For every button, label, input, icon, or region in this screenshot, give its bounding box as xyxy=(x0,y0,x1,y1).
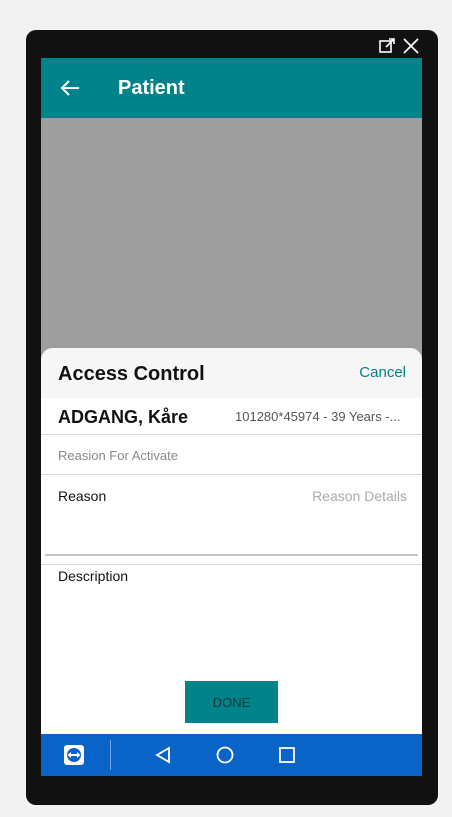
page-title: Patient xyxy=(118,77,185,99)
patient-name: ADGANG, Kåre xyxy=(58,407,189,427)
description-input[interactable] xyxy=(58,590,412,674)
arrow-left-icon[interactable] xyxy=(59,78,81,98)
open-external-icon[interactable] xyxy=(378,37,396,55)
done-button[interactable]: DONE xyxy=(185,681,278,723)
close-icon[interactable] xyxy=(402,37,420,55)
section-label: Reasion For Activate xyxy=(58,448,178,463)
patient-info: 101280*45974 - 39 Years -... xyxy=(235,409,401,424)
divider xyxy=(41,474,422,475)
teamviewer-icon[interactable] xyxy=(63,744,85,766)
home-circle-icon[interactable] xyxy=(215,745,235,765)
nav-separator xyxy=(110,740,111,770)
cancel-button[interactable]: Cancel xyxy=(359,364,406,381)
back-triangle-icon[interactable] xyxy=(153,745,173,765)
reason-label: Reason xyxy=(58,488,107,504)
access-control-sheet: Access Control Cancel ADGANG, Kåre 10128… xyxy=(41,348,422,738)
window-controls xyxy=(378,36,420,56)
description-label: Description xyxy=(58,568,129,584)
reason-details-input[interactable] xyxy=(231,486,407,506)
android-nav-bar xyxy=(41,734,422,776)
sheet-title: Access Control xyxy=(58,363,205,385)
patient-row: ADGANG, Kåre 101280*45974 - 39 Years -..… xyxy=(41,398,422,435)
reason-underline xyxy=(45,554,418,556)
phone-screen: Patient Access Control Cancel ADGANG, Kå… xyxy=(41,58,422,776)
app-bar: Patient xyxy=(41,58,422,118)
divider xyxy=(41,564,422,565)
recent-square-icon[interactable] xyxy=(277,745,297,765)
sheet-header: Access Control Cancel xyxy=(41,348,422,398)
